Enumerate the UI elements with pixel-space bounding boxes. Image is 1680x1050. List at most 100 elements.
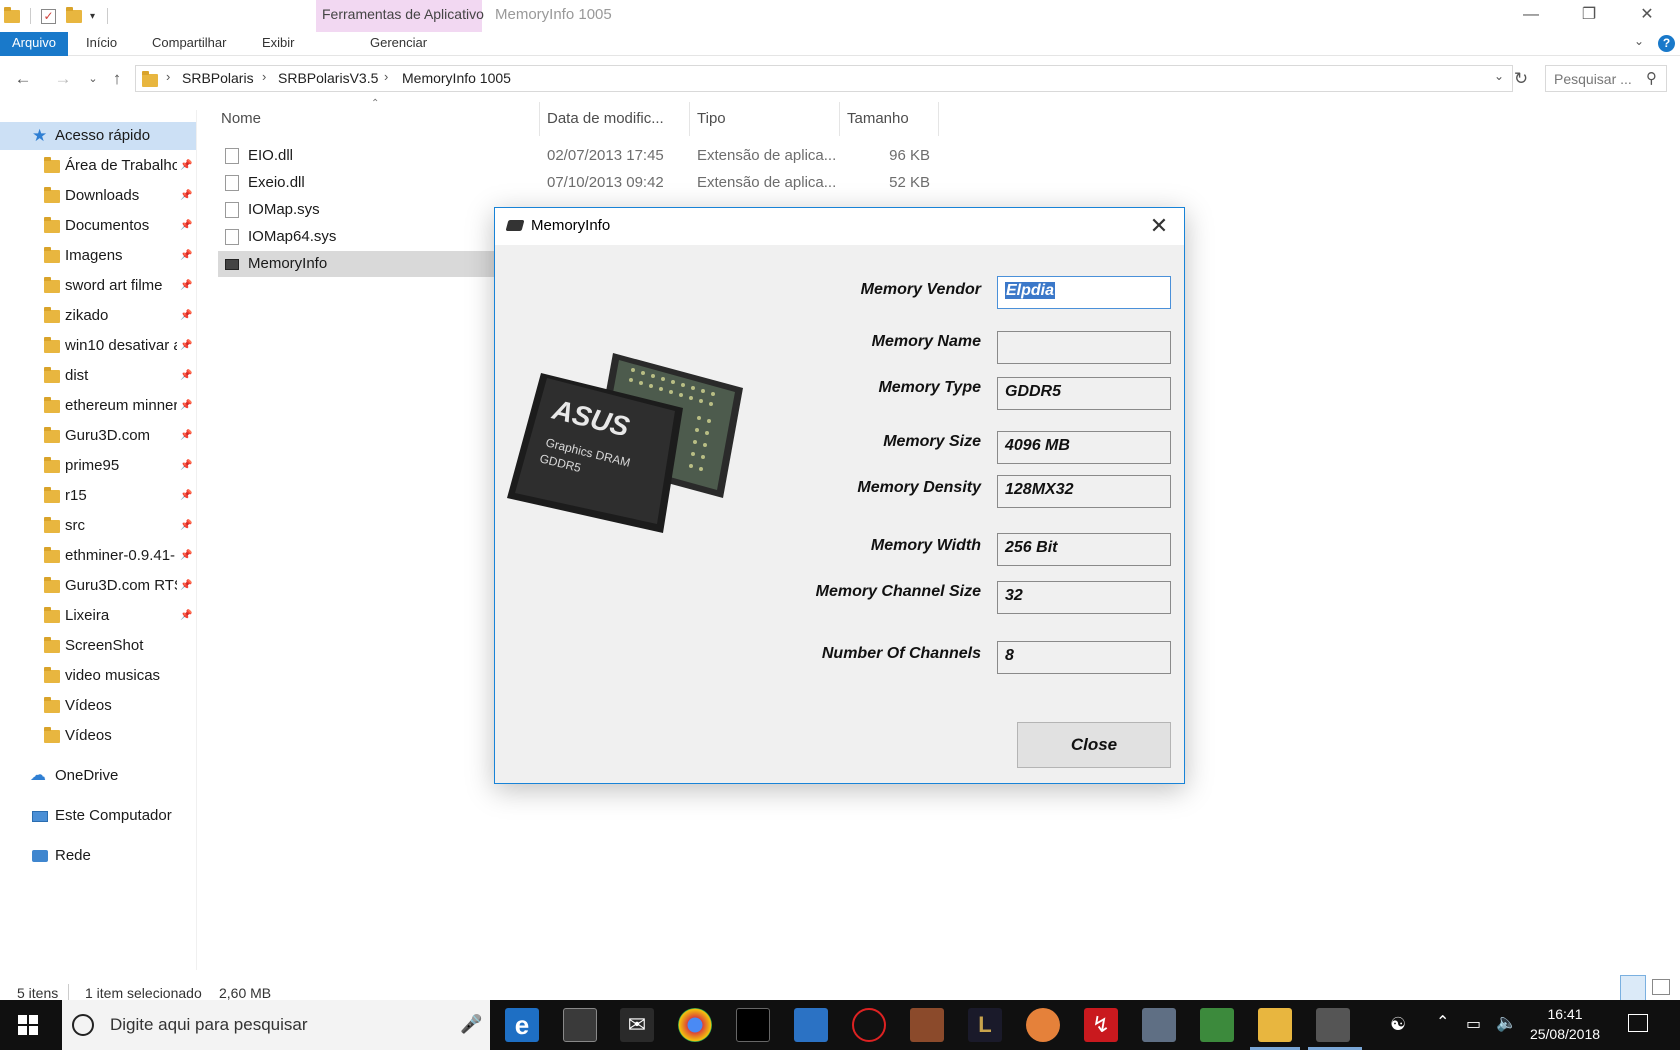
file-row[interactable]: Exeio.dll 07/10/2013 09:42 Extensão de apl…: [218, 170, 938, 196]
pin-icon[interactable]: 📌: [180, 212, 192, 240]
pin-icon[interactable]: 📌: [180, 362, 192, 390]
file-explorer-icon[interactable]: [1258, 1008, 1292, 1042]
properties-icon[interactable]: ✓: [41, 8, 56, 24]
nav-item[interactable]: ethminer-0.9.41- 📌: [0, 542, 196, 570]
memory-density-field[interactable]: 128MX32: [997, 475, 1171, 508]
memory-name-field[interactable]: [997, 331, 1171, 364]
file-row[interactable]: EIO.dll 02/07/2013 17:45 Extensão de aplic…: [218, 143, 938, 169]
nav-item[interactable]: Guru3D.com 📌: [0, 422, 196, 450]
game-icon[interactable]: [910, 1008, 944, 1042]
nav-item[interactable]: Documentos 📌: [0, 212, 196, 240]
expand-ribbon-icon[interactable]: ⌄: [1634, 34, 1644, 48]
number-of-channels-field[interactable]: 8: [997, 641, 1171, 674]
forward-arrow-icon[interactable]: →: [52, 68, 74, 90]
file-row[interactable]: MemoryInfo: [218, 251, 500, 277]
nav-item[interactable]: ScreenShot: [0, 632, 196, 660]
search-icon[interactable]: ⚲: [1646, 69, 1657, 87]
pin-icon[interactable]: 📌: [180, 512, 192, 540]
chrome-icon[interactable]: [678, 1008, 712, 1042]
pin-icon[interactable]: 📌: [180, 452, 192, 480]
utility-icon[interactable]: [1142, 1008, 1176, 1042]
customize-qa-icon[interactable]: ▾: [90, 11, 95, 22]
details-view-icon[interactable]: [1620, 975, 1646, 1001]
pin-icon[interactable]: 📌: [180, 392, 192, 420]
back-arrow-icon[interactable]: ←: [12, 68, 34, 90]
nav-network[interactable]: Rede: [0, 842, 196, 870]
nav-this-pc[interactable]: Este Computador: [0, 802, 196, 830]
nav-item[interactable]: sword art filme 📌: [0, 272, 196, 300]
hardware-monitor-icon[interactable]: [1200, 1008, 1234, 1042]
column-divider[interactable]: [539, 102, 540, 136]
memory-type-field[interactable]: GDDR5: [997, 377, 1171, 410]
column-divider[interactable]: [689, 102, 690, 136]
origin-icon[interactable]: [1026, 1008, 1060, 1042]
column-header-name[interactable]: Nome: [221, 106, 261, 132]
address-dropdown-icon[interactable]: ⌄: [1494, 69, 1504, 83]
column-divider[interactable]: [938, 102, 939, 136]
breadcrumb-srbpolarisv35[interactable]: SRBPolarisV3.5: [278, 70, 378, 86]
nav-item[interactable]: src 📌: [0, 512, 196, 540]
pin-icon[interactable]: 📌: [180, 482, 192, 510]
tab-compartilhar[interactable]: Compartilhar: [142, 32, 236, 56]
memory-vendor-field[interactable]: Elpdia: [997, 276, 1171, 309]
pin-icon[interactable]: 📌: [180, 272, 192, 300]
nav-item[interactable]: Lixeira 📌: [0, 602, 196, 630]
tab-inicio[interactable]: Início: [76, 32, 127, 56]
up-arrow-icon[interactable]: ↑: [106, 68, 128, 90]
maximize-button[interactable]: ❐: [1566, 2, 1612, 28]
close-button[interactable]: Close: [1017, 722, 1171, 768]
chevron-right-icon[interactable]: ›: [384, 69, 388, 84]
breadcrumb-srbpolaris[interactable]: SRBPolaris: [182, 70, 254, 86]
terminal-icon[interactable]: [736, 1008, 770, 1042]
pin-icon[interactable]: 📌: [180, 182, 192, 210]
nav-item[interactable]: Área de Trabalho 📌: [0, 152, 196, 180]
store-icon[interactable]: [563, 1008, 597, 1042]
network-tray-icon[interactable]: ▭: [1466, 1014, 1481, 1034]
notifications-icon[interactable]: [1628, 1014, 1648, 1032]
pin-icon[interactable]: 📌: [180, 422, 192, 450]
pin-icon[interactable]: 📌: [180, 152, 192, 180]
flash-icon[interactable]: ↯: [1084, 1008, 1118, 1042]
clock[interactable]: 16:41 25/08/2018: [1520, 1004, 1610, 1044]
mail-icon[interactable]: ✉: [620, 1008, 654, 1042]
people-icon[interactable]: ☯: [1390, 1014, 1406, 1035]
tab-gerenciar[interactable]: Gerenciar: [360, 32, 437, 56]
control-panel-icon[interactable]: [794, 1008, 828, 1042]
nav-item[interactable]: Vídeos: [0, 722, 196, 750]
chevron-right-icon[interactable]: ›: [166, 69, 170, 84]
dialog-close-icon[interactable]: ✕: [1135, 208, 1183, 245]
nav-item[interactable]: zikado 📌: [0, 302, 196, 330]
game-launcher-icon[interactable]: [852, 1008, 886, 1042]
nav-item[interactable]: Vídeos: [0, 692, 196, 720]
tab-arquivo[interactable]: Arquivo: [0, 32, 68, 56]
nav-quick-access[interactable]: ★ Acesso rápido: [0, 122, 196, 150]
search-box[interactable]: Pesquisar ... ⚲: [1545, 65, 1667, 92]
nav-item[interactable]: Guru3D.com RTS 📌: [0, 572, 196, 600]
column-header-size[interactable]: Tamanho: [847, 106, 909, 132]
league-of-legends-icon[interactable]: L: [968, 1008, 1002, 1042]
chevron-right-icon[interactable]: ›: [262, 69, 266, 84]
edge-icon[interactable]: e: [505, 1008, 539, 1042]
volume-icon[interactable]: 🔈: [1496, 1013, 1517, 1033]
memory-channel-size-field[interactable]: 32: [997, 581, 1171, 614]
recent-locations-icon[interactable]: ⌄: [82, 68, 104, 90]
pin-icon[interactable]: 📌: [180, 572, 192, 600]
pin-icon[interactable]: 📌: [180, 332, 192, 360]
pin-icon[interactable]: 📌: [180, 602, 192, 630]
pin-icon[interactable]: 📌: [180, 242, 192, 270]
large-icons-view-icon[interactable]: [1652, 979, 1670, 995]
taskbar-search[interactable]: Digite aqui para pesquisar 🎤: [62, 1000, 490, 1050]
close-window-button[interactable]: ✕: [1624, 2, 1670, 28]
help-icon[interactable]: ?: [1658, 35, 1675, 52]
nav-item[interactable]: win10 desativar a 📌: [0, 332, 196, 360]
column-header-date[interactable]: Data de modific...: [547, 106, 664, 132]
new-folder-icon[interactable]: [66, 6, 82, 23]
pin-icon[interactable]: 📌: [180, 302, 192, 330]
nav-item[interactable]: ethereum minner 📌: [0, 392, 196, 420]
column-divider[interactable]: [839, 102, 840, 136]
column-header-type[interactable]: Tipo: [697, 106, 726, 132]
nav-item[interactable]: video musicas: [0, 662, 196, 690]
tab-exibir[interactable]: Exibir: [252, 32, 305, 56]
folder-icon[interactable]: [4, 6, 20, 23]
memory-width-field[interactable]: 256 Bit: [997, 533, 1171, 566]
